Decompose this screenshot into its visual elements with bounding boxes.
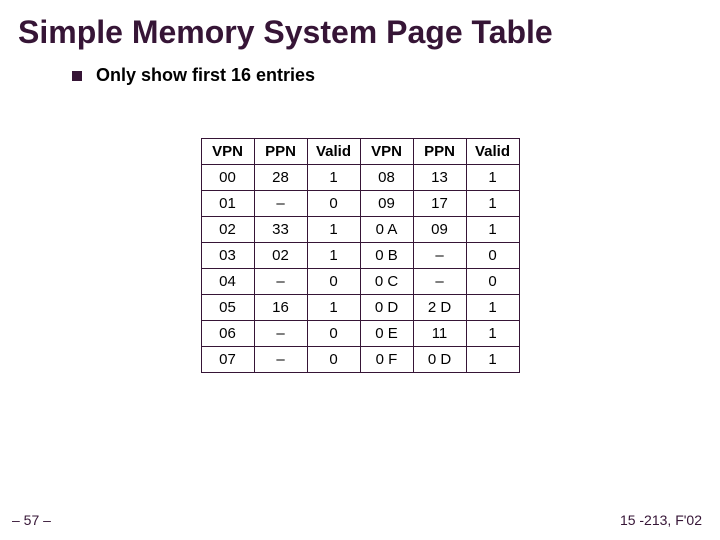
table-cell: 06: [201, 321, 254, 347]
table-cell: –: [254, 269, 307, 295]
course-label: 15 -213, F'02: [620, 512, 702, 528]
table-cell: 08: [360, 165, 413, 191]
table-cell: 1: [466, 347, 519, 373]
table-cell: –: [413, 269, 466, 295]
table-header: VPN: [360, 139, 413, 165]
table-cell: 1: [307, 243, 360, 269]
table-cell: –: [254, 321, 307, 347]
table-cell: 0: [466, 269, 519, 295]
table-row: 07–00 F0 D1: [201, 347, 519, 373]
bullet-icon: [72, 71, 82, 81]
table-cell: 1: [466, 295, 519, 321]
table-cell: 13: [413, 165, 466, 191]
table-header: Valid: [466, 139, 519, 165]
table-cell: 00: [201, 165, 254, 191]
table-cell: 28: [254, 165, 307, 191]
table-header: PPN: [413, 139, 466, 165]
table-row: 030210 B–0: [201, 243, 519, 269]
table-header: VPN: [201, 139, 254, 165]
table-cell: 09: [413, 217, 466, 243]
table-cell: 2 D: [413, 295, 466, 321]
table-cell: 0 D: [413, 347, 466, 373]
table-cell: 0 B: [360, 243, 413, 269]
table-cell: 01: [201, 191, 254, 217]
footer: – 57 – 15 -213, F'02: [0, 512, 720, 528]
table-cell: 0: [307, 269, 360, 295]
table-cell: –: [254, 347, 307, 373]
table-cell: 02: [201, 217, 254, 243]
table-cell: 0: [307, 191, 360, 217]
table-row: 023310 A091: [201, 217, 519, 243]
table-container: VPNPPNValidVPNPPNValid 002810813101–0091…: [0, 138, 720, 373]
table-row: 051610 D2 D1: [201, 295, 519, 321]
table-row: 06–00 E111: [201, 321, 519, 347]
table-cell: –: [413, 243, 466, 269]
table-cell: 07: [201, 347, 254, 373]
table-cell: 0: [307, 321, 360, 347]
table-row: 04–00 C–0: [201, 269, 519, 295]
table-cell: 02: [254, 243, 307, 269]
table-row: 01–009171: [201, 191, 519, 217]
table-header: Valid: [307, 139, 360, 165]
table-cell: –: [254, 191, 307, 217]
page-table: VPNPPNValidVPNPPNValid 002810813101–0091…: [201, 138, 520, 373]
table-cell: 1: [307, 165, 360, 191]
table-cell: 1: [466, 165, 519, 191]
table-cell: 0: [466, 243, 519, 269]
table-cell: 1: [307, 217, 360, 243]
table-cell: 1: [466, 217, 519, 243]
subtitle-row: Only show first 16 entries: [0, 65, 720, 86]
table-cell: 0 D: [360, 295, 413, 321]
table-cell: 0: [307, 347, 360, 373]
table-cell: 33: [254, 217, 307, 243]
table-cell: 0 E: [360, 321, 413, 347]
page-number: – 57 –: [12, 512, 51, 528]
table-cell: 11: [413, 321, 466, 347]
table-cell: 16: [254, 295, 307, 321]
table-cell: 0 C: [360, 269, 413, 295]
table-cell: 1: [466, 191, 519, 217]
table-header: PPN: [254, 139, 307, 165]
table-cell: 05: [201, 295, 254, 321]
table-cell: 03: [201, 243, 254, 269]
table-cell: 17: [413, 191, 466, 217]
slide-title: Simple Memory System Page Table: [0, 0, 720, 61]
table-cell: 0 F: [360, 347, 413, 373]
table-cell: 09: [360, 191, 413, 217]
table-cell: 1: [307, 295, 360, 321]
table-row: 0028108131: [201, 165, 519, 191]
subtitle-text: Only show first 16 entries: [96, 65, 315, 86]
table-cell: 04: [201, 269, 254, 295]
table-cell: 1: [466, 321, 519, 347]
table-cell: 0 A: [360, 217, 413, 243]
